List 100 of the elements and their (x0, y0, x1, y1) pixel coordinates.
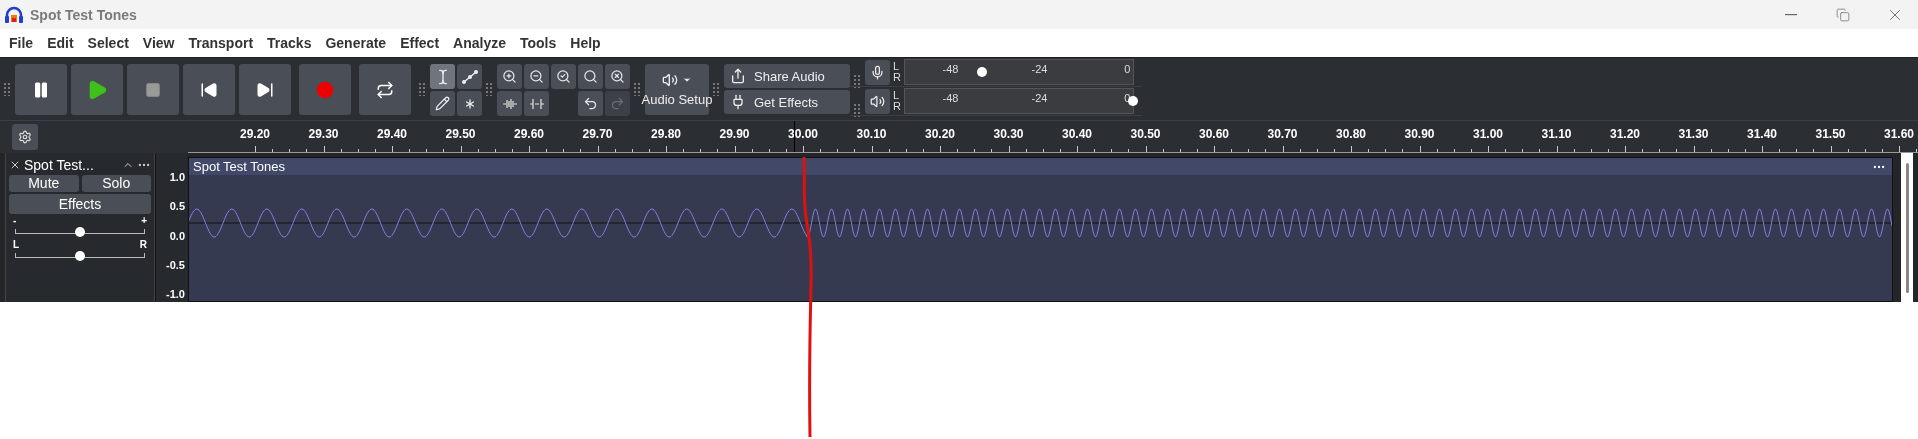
ruler-label: 31.60 (1884, 127, 1914, 141)
menu-item[interactable]: Generate (320, 35, 396, 51)
caret-icon (682, 75, 692, 85)
ruler-label: 31.00 (1473, 127, 1503, 141)
ruler-label: 30.50 (1130, 127, 1161, 141)
solo-button[interactable]: Solo (81, 175, 151, 192)
skip-end-button[interactable] (239, 64, 291, 115)
minimize-icon (1785, 13, 1797, 16)
window-title: Spot Test Tones (30, 6, 138, 23)
ruler-label: 31.10 (1541, 127, 1572, 141)
speaker-icon (662, 72, 678, 88)
share-audio-button[interactable]: Share Audio (724, 64, 850, 88)
ruler-label: 29.80 (651, 127, 681, 141)
toolbar-button[interactable] (497, 91, 522, 116)
audio-clip[interactable]: Spot Test Tones (188, 157, 1893, 302)
meter-scale-label: -48 (942, 63, 959, 75)
tool-button[interactable] (457, 64, 482, 89)
meter-scale-label: -48 (942, 92, 959, 104)
slider-track[interactable] (15, 253, 145, 258)
ruler-label: 29.40 (377, 127, 407, 141)
meter-scale-label: -24 (1031, 63, 1048, 75)
ruler-label: 30.80 (1336, 127, 1366, 141)
slider-label: - (13, 216, 17, 226)
skip-start-icon (200, 80, 218, 99)
slider-label: + (141, 216, 147, 226)
ruler-label: 30.10 (856, 127, 887, 141)
ruler-label: 29.30 (308, 127, 339, 141)
meter-scale-label: -24 (1031, 92, 1048, 104)
loop-icon (376, 80, 394, 99)
ruler-label: 31.50 (1815, 127, 1846, 141)
settings-icon (18, 130, 32, 144)
menu-item[interactable]: Effect (395, 35, 449, 51)
toolbar-button[interactable] (605, 64, 630, 89)
magnifier-icon (610, 69, 625, 84)
tool-button[interactable] (457, 91, 482, 116)
menu-item[interactable]: View (137, 35, 184, 51)
speaker-icon (870, 93, 885, 109)
toolbar-button[interactable] (578, 91, 603, 116)
toolbar-button[interactable] (578, 64, 603, 89)
meter-scale-label: 0 (1124, 63, 1131, 75)
waveform-icon (501, 97, 518, 110)
waveform-icon (528, 97, 545, 110)
menu-item[interactable]: File (4, 35, 43, 51)
slider-track[interactable] (15, 229, 145, 234)
loop-button[interactable] (359, 64, 411, 115)
headphones-icon (4, 5, 24, 24)
effects-button[interactable]: Effects (9, 194, 151, 214)
get-effects-button[interactable]: Get Effects (724, 90, 850, 114)
tool-button[interactable] (430, 91, 455, 116)
ruler-label: 30.00 (788, 127, 818, 141)
menu-item[interactable]: Transport (183, 35, 263, 51)
clip-title: Spot Test Tones (193, 159, 287, 174)
ruler-label: -0.5 (166, 258, 185, 271)
menu-item[interactable]: Edit (42, 35, 83, 51)
slider-thumb[interactable] (75, 227, 85, 237)
track-name[interactable]: Spot Test... (24, 156, 119, 173)
tool-button[interactable] (430, 64, 455, 89)
pause-button[interactable] (15, 64, 67, 115)
redo-icon (610, 96, 625, 111)
skip-start-button[interactable] (183, 64, 235, 115)
upload-icon (730, 68, 746, 84)
menu-item[interactable]: Tracks (262, 35, 321, 51)
pause-icon (32, 80, 50, 99)
zoom-in-icon (502, 69, 517, 84)
ruler-label: 29.60 (514, 127, 544, 141)
menu-item[interactable]: Help (565, 35, 610, 51)
ruler-label: 31.20 (1610, 127, 1640, 141)
undo-icon (583, 96, 598, 111)
toolbar-button[interactable] (497, 64, 522, 89)
menu-item[interactable]: Analyze (448, 35, 515, 51)
toolbar-button[interactable] (551, 64, 576, 89)
magnifier-icon (583, 69, 598, 84)
ruler-label: 31.40 (1747, 127, 1777, 141)
scrollbar[interactable] (1905, 163, 1909, 293)
channel-label: R (893, 101, 901, 112)
ruler-label: 30.20 (925, 127, 955, 141)
toolbar-button[interactable] (524, 91, 549, 116)
ruler-label: 31.30 (1678, 127, 1709, 141)
ruler-label: 29.70 (582, 127, 613, 141)
ruler-label: 30.30 (993, 127, 1024, 141)
settings-button[interactable] (12, 124, 38, 150)
slider-thumb[interactable] (977, 67, 988, 77)
slider-thumb[interactable] (75, 251, 85, 261)
menu-item[interactable]: Tools (514, 35, 566, 51)
toolbar-button[interactable] (524, 64, 549, 89)
ruler-label: 29.50 (445, 127, 476, 141)
mute-button[interactable]: Mute (9, 175, 79, 192)
ruler-label: 1.0 (169, 171, 185, 183)
play-button[interactable] (71, 64, 123, 115)
ruler-label: -1.0 (166, 288, 185, 300)
microphone-button[interactable] (865, 59, 890, 85)
ruler-label: 29.90 (719, 127, 750, 141)
speaker-button[interactable] (865, 88, 890, 114)
menu-item[interactable]: Select (82, 35, 138, 51)
ruler-label: 30.60 (1199, 127, 1229, 141)
channel-label: R (893, 72, 901, 83)
channel-label: L (893, 90, 901, 101)
envelope-icon (461, 69, 478, 84)
zoom-out-icon (529, 69, 544, 84)
ruler-label: 30.40 (1062, 127, 1092, 141)
